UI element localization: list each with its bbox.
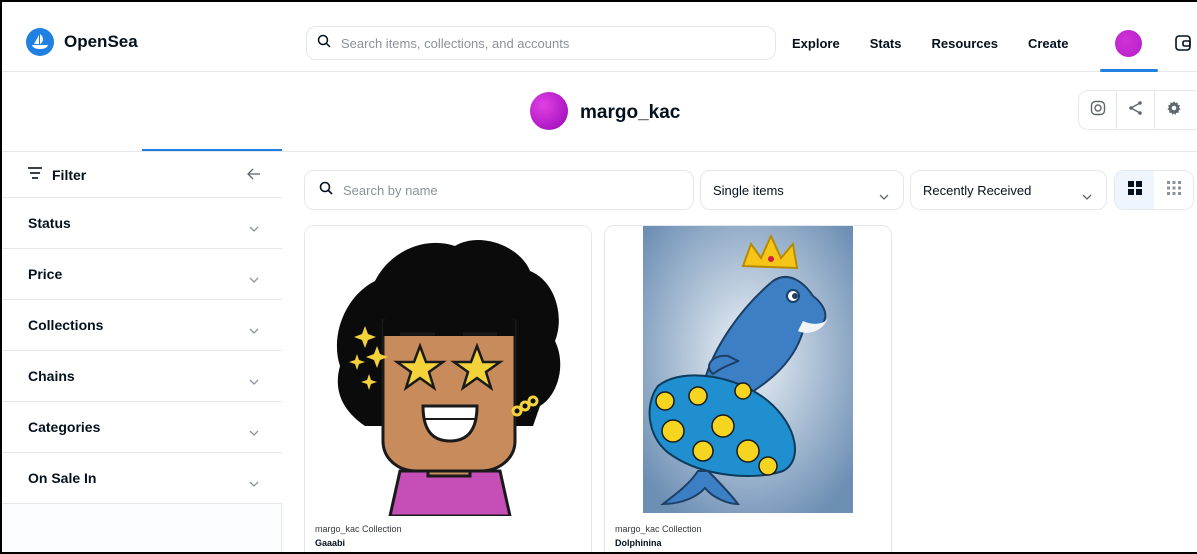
nav-resources[interactable]: Resources [931,36,997,51]
facet-collections[interactable]: Collections [2,300,282,351]
opensea-logo-icon [26,28,54,56]
account-avatar[interactable] [1115,30,1142,57]
item-type-select[interactable]: Single items [700,170,904,210]
profile-username: margo_kac [580,102,681,123]
chevron-down-icon [249,423,259,441]
chevron-down-icon [249,372,259,390]
top-nav: OpenSea Explore Stats Resources Create [2,2,1197,72]
profile-avatar [530,92,568,130]
card-item-name: Dolphinina [615,538,662,548]
search-icon [317,34,331,53]
facet-label: Chains [28,368,75,384]
sort-value: Recently Received [923,182,1032,198]
search-icon [319,181,333,200]
global-search[interactable] [306,26,776,60]
view-toggle [1114,170,1194,210]
chevron-down-icon [249,321,259,339]
settings-button[interactable] [1155,91,1193,129]
brand-name: OpenSea [64,32,138,51]
facet-label: On Sale In [28,470,97,486]
facet-label: Price [28,266,63,282]
nav-explore[interactable]: Explore [792,36,840,51]
facet-label: Status [28,215,71,231]
active-tab-indicator [142,149,282,151]
gear-icon [1166,100,1182,121]
instagram-button[interactable] [1079,91,1117,129]
chevron-down-icon [249,474,259,492]
facet-chains[interactable]: Chains [2,351,282,402]
profile-header: margo_kac [2,72,1197,152]
card-collection-name: margo_kac Collection [315,524,402,534]
small-grid-button[interactable] [1154,171,1193,209]
wallet-icon[interactable] [1174,34,1192,57]
large-grid-button[interactable] [1115,171,1154,209]
nft-card[interactable]: margo_kac Collection Gaaabi [304,225,592,552]
item-type-value: Single items [713,182,784,198]
share-button[interactable] [1117,91,1155,129]
facet-label: Collections [28,317,104,333]
chevron-down-icon [249,270,259,288]
instagram-icon [1090,100,1106,121]
facet-price[interactable]: Price [2,249,282,300]
chevron-down-icon [1082,187,1092,205]
share-icon [1128,100,1144,121]
sort-select[interactable]: Recently Received [910,170,1107,210]
nft-image-dolphinina [643,226,853,513]
facet-categories[interactable]: Categories [2,402,282,453]
facet-on-sale-in[interactable]: On Sale In [2,453,282,504]
app-frame: OpenSea Explore Stats Resources Create m… [0,0,1197,554]
filter-icon [28,166,42,184]
chevron-down-icon [879,187,889,205]
nav-stats[interactable]: Stats [870,36,902,51]
card-item-name: Gaaabi [315,538,346,548]
facet-label: Categories [28,419,101,435]
item-search-input[interactable] [343,182,663,198]
global-search-input[interactable] [341,35,761,51]
card-collection-name: margo_kac Collection [615,524,702,534]
item-search[interactable] [304,170,694,210]
filter-label: Filter [52,166,87,183]
grid-large-icon [1127,180,1142,200]
grid-small-icon [1166,180,1181,200]
filter-sidebar: Filter Status Price Collections Chains C… [2,152,282,552]
nav-create[interactable]: Create [1028,36,1068,51]
chevron-down-icon [249,219,259,237]
nft-card[interactable]: margo_kac Collection Dolphinina [604,225,892,552]
nav-links: Explore Stats Resources Create [792,36,1098,51]
facet-status[interactable]: Status [2,198,282,249]
opensea-logo[interactable]: OpenSea [26,28,138,56]
nft-image-gaaabi [305,226,591,516]
arrow-left-icon[interactable] [247,167,261,186]
filter-header[interactable]: Filter [2,152,282,198]
profile-actions [1078,90,1197,130]
